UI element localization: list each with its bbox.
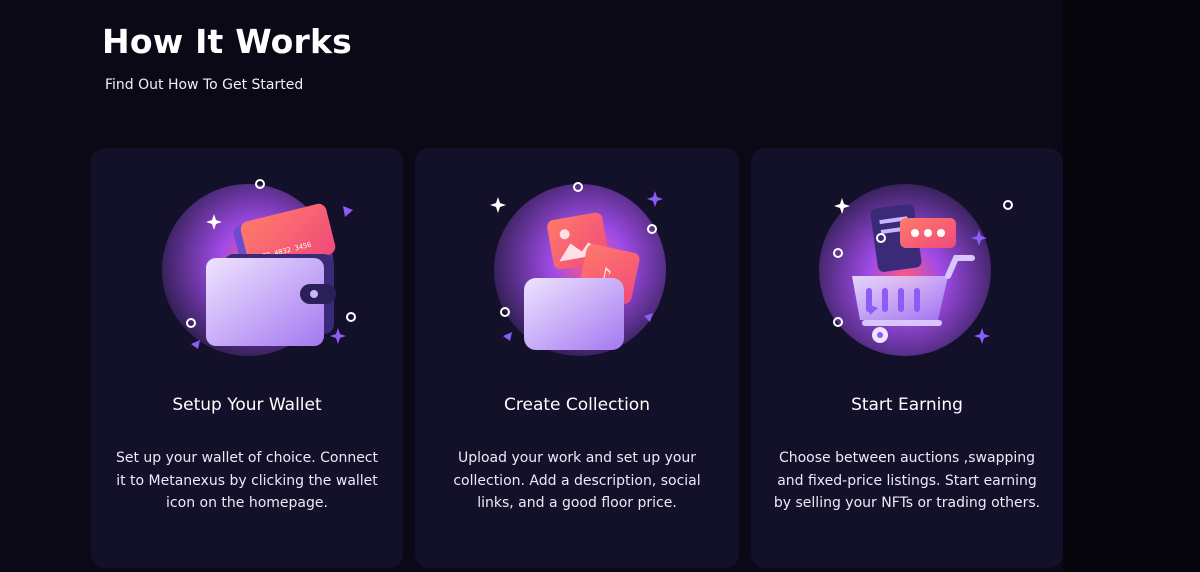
shopping-cart-icon [819, 184, 1013, 356]
step-title: Setup Your Wallet [172, 395, 322, 415]
wallet-illustration: 5679 4032 3456 [91, 166, 403, 396]
section-subtitle: Find Out How To Get Started [105, 77, 304, 93]
collection-folder-icon: ♪ [490, 182, 666, 356]
earning-illustration [751, 166, 1063, 396]
wallet-icon: 5679 4032 3456 [162, 179, 356, 356]
step-card-collection: ♪ Create Collection Upload your work and… [415, 148, 739, 568]
step-card-earning: Start Earning Choose between auctions ,s… [751, 148, 1063, 568]
step-description: Choose between auctions ,swapping and fi… [773, 450, 1041, 511]
section-title: How It Works [102, 22, 352, 61]
step-card-wallet: 5679 4032 3456 Setup Your Wallet Set up … [91, 148, 403, 568]
page-edge-band [1063, 0, 1200, 572]
step-description: Upload your work and set up your collect… [453, 450, 701, 511]
step-title: Create Collection [504, 395, 650, 415]
collection-illustration: ♪ [415, 166, 739, 396]
step-description: Set up your wallet of choice. Connect it… [115, 450, 378, 511]
step-title: Start Earning [851, 395, 963, 415]
